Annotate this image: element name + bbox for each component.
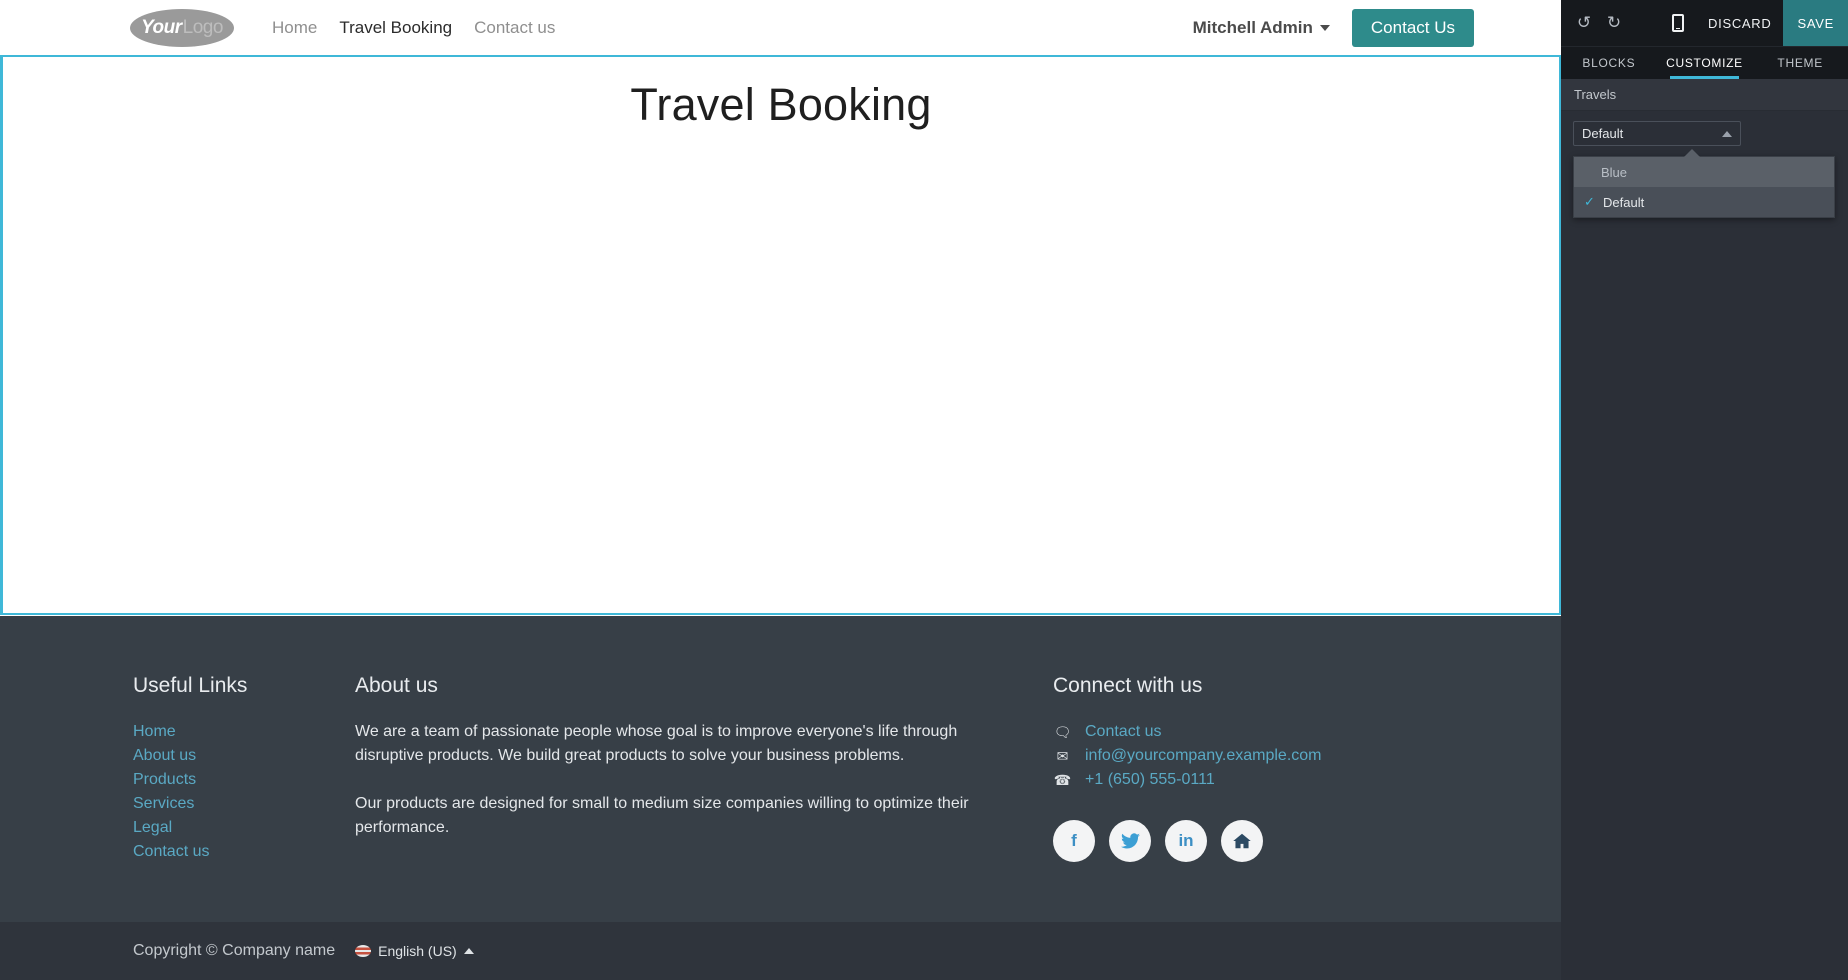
user-menu[interactable]: Mitchell Admin — [1193, 18, 1330, 38]
contact-row-message: 🗨 Contact us — [1053, 720, 1473, 744]
footer-link-services[interactable]: Services — [133, 792, 355, 816]
editable-content-region[interactable]: Travel Booking — [0, 55, 1561, 615]
dropdown-option-default-label: Default — [1603, 194, 1645, 210]
nav-item-home[interactable]: Home — [272, 18, 317, 38]
copyright-text: Copyright © Company name — [133, 942, 336, 959]
about-us-heading: About us — [355, 674, 438, 697]
logo-text-primary: Your — [141, 16, 182, 38]
copyright-bar: Copyright © Company name English (US) — [0, 922, 1561, 980]
page-title: Travel Booking — [630, 79, 932, 130]
tab-blocks[interactable]: BLOCKS — [1561, 47, 1657, 79]
mobile-preview-icon — [1672, 14, 1685, 32]
home-glyph — [1233, 833, 1251, 849]
facebook-glyph: f — [1071, 831, 1077, 850]
customize-options: Default Blue ✓ Default — [1561, 111, 1848, 218]
envelope-icon: ✉ — [1056, 748, 1069, 764]
website-editor-panel: ↺ ↻ DISCARD SAVE BLOCKS CUSTOMIZE THEME … — [1561, 0, 1848, 980]
twitter-bird-glyph — [1120, 833, 1140, 849]
site-navbar: Your Logo Home Travel Booking Contact us … — [0, 0, 1561, 55]
check-icon: ✓ — [1584, 194, 1595, 209]
editor-workspace: Your Logo Home Travel Booking Contact us … — [0, 0, 1848, 980]
redo-icon[interactable]: ↻ — [1599, 0, 1629, 46]
save-button[interactable]: SAVE — [1783, 0, 1848, 46]
discard-button[interactable]: DISCARD — [1696, 0, 1783, 46]
about-us-paragraph-1: We are a team of passionate people whose… — [355, 723, 958, 764]
footer-columns: Useful Links Home About us Products Serv… — [0, 674, 1561, 864]
undo-icon[interactable]: ↺ — [1569, 0, 1599, 46]
logo-ellipse: Your Logo — [130, 8, 234, 47]
useful-links-heading: Useful Links — [133, 674, 248, 697]
footer-link-contact-us[interactable]: Contact us — [133, 840, 355, 864]
connect-heading: Connect with us — [1053, 674, 1203, 697]
linkedin-icon[interactable]: in — [1165, 820, 1207, 862]
site-footer: Useful Links Home About us Products Serv… — [0, 616, 1561, 922]
nav-item-contact-us[interactable]: Contact us — [474, 18, 555, 38]
flag-icon — [355, 945, 372, 957]
chevron-up-icon — [463, 948, 474, 954]
chevron-down-icon — [1319, 24, 1330, 31]
phone-icon: ☎ — [1053, 772, 1072, 788]
contact-link-email[interactable]: info@yourcompany.example.com — [1085, 744, 1322, 768]
twitter-icon[interactable] — [1109, 820, 1151, 862]
dropdown-arrow-icon — [1684, 149, 1700, 157]
comment-icon: 🗨 — [1053, 724, 1072, 740]
logo-text-secondary: Logo — [182, 16, 224, 38]
footer-useful-links: Useful Links Home About us Products Serv… — [133, 674, 355, 864]
footer-about-us: About us We are a team of passionate peo… — [355, 674, 995, 864]
linkedin-glyph: in — [1178, 831, 1194, 850]
chevron-up-icon — [1722, 130, 1732, 137]
editor-toolbar: ↺ ↻ DISCARD SAVE — [1561, 0, 1848, 46]
about-us-paragraph-2: Our products are designed for small to m… — [355, 795, 969, 836]
travels-variant-value: Default — [1582, 126, 1624, 141]
tab-customize[interactable]: CUSTOMIZE — [1657, 47, 1753, 79]
social-links: f in — [1053, 820, 1473, 862]
tab-theme[interactable]: THEME — [1752, 47, 1848, 79]
footer-link-home[interactable]: Home — [133, 720, 355, 744]
footer-link-legal[interactable]: Legal — [133, 816, 355, 840]
nav-links: Home Travel Booking Contact us — [272, 18, 555, 38]
contact-us-button[interactable]: Contact Us — [1351, 8, 1474, 47]
footer-connect-with-us: Connect with us 🗨 Contact us ✉ info@your… — [1053, 674, 1473, 864]
footer-link-products[interactable]: Products — [133, 768, 355, 792]
nav-item-travel-booking[interactable]: Travel Booking — [339, 18, 452, 38]
facebook-icon[interactable]: f — [1053, 820, 1095, 862]
home-icon[interactable] — [1221, 820, 1263, 862]
contact-link-contact-us[interactable]: Contact us — [1085, 720, 1161, 744]
language-label: English (US) — [378, 943, 457, 959]
travels-variant-dropdown: Blue ✓ Default — [1573, 149, 1835, 218]
website-preview: Your Logo Home Travel Booking Contact us … — [0, 0, 1561, 980]
contact-row-phone: ☎ +1 (650) 555-0111 — [1053, 768, 1473, 792]
contact-row-email: ✉ info@yourcompany.example.com — [1053, 744, 1473, 768]
travels-variant-select[interactable]: Default — [1573, 121, 1741, 146]
mobile-preview-button[interactable] — [1660, 0, 1696, 46]
site-logo[interactable]: Your Logo — [130, 8, 234, 47]
dropdown-option-default[interactable]: ✓ Default — [1574, 187, 1834, 217]
dropdown-option-blue[interactable]: Blue — [1574, 157, 1834, 187]
customize-section-title: Travels — [1561, 79, 1848, 111]
language-selector[interactable]: English (US) — [355, 943, 474, 959]
contact-link-phone[interactable]: +1 (650) 555-0111 — [1085, 768, 1215, 792]
footer-link-about-us[interactable]: About us — [133, 744, 355, 768]
navbar-right: Mitchell Admin Contact Us — [1193, 8, 1546, 47]
editor-tabs: BLOCKS CUSTOMIZE THEME — [1561, 46, 1848, 79]
user-menu-label: Mitchell Admin — [1192, 17, 1313, 37]
